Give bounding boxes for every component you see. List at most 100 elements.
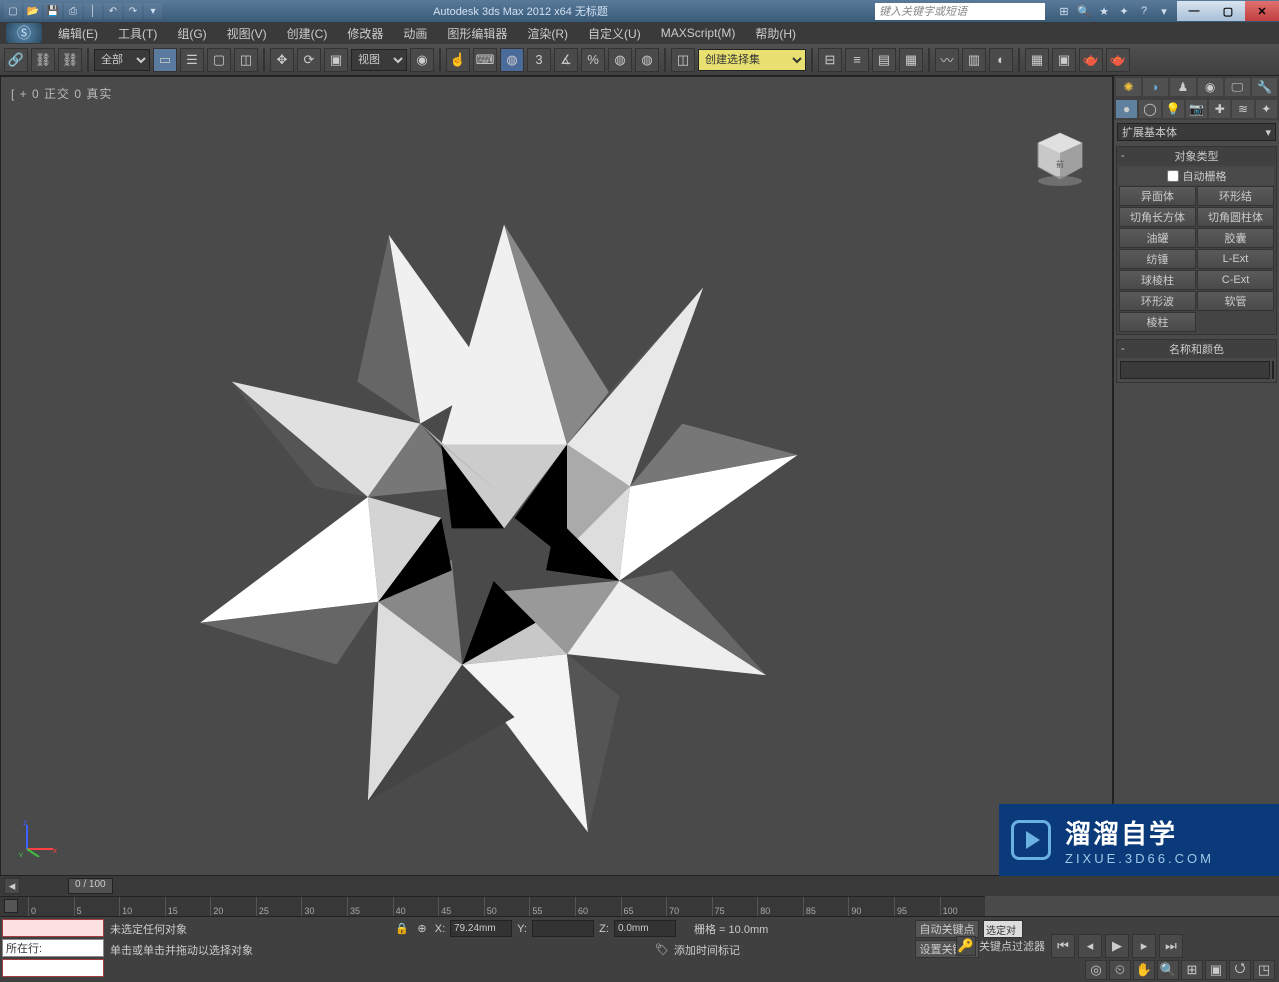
- obj-btn-capsule[interactable]: 胶囊: [1197, 228, 1274, 248]
- menu-maxscript[interactable]: MAXScript(M): [651, 22, 746, 44]
- minimize-button[interactable]: —: [1177, 1, 1211, 21]
- schematic-view-icon[interactable]: ▥: [962, 48, 986, 72]
- create-tab-icon[interactable]: ✺: [1116, 78, 1141, 96]
- move-icon[interactable]: ✥: [270, 48, 294, 72]
- time-slider[interactable]: ◂ 0 / 100: [0, 876, 1279, 896]
- qat-redo-icon[interactable]: ↷: [124, 3, 142, 19]
- ref-coord-select[interactable]: 视图: [351, 49, 407, 71]
- bind-spacewarp-icon[interactable]: ⛓: [58, 48, 82, 72]
- menu-rendering[interactable]: 渲染(R): [517, 22, 578, 44]
- named-selection-select[interactable]: 创建选择集: [698, 49, 806, 71]
- obj-btn-lext[interactable]: L-Ext: [1197, 249, 1274, 269]
- layer-manager-icon[interactable]: ▤: [872, 48, 896, 72]
- manipulate-icon[interactable]: ☝: [446, 48, 470, 72]
- rollout-header[interactable]: - 对象类型: [1117, 147, 1276, 165]
- next-frame-icon[interactable]: ▸: [1132, 934, 1156, 958]
- utilities-tab-icon[interactable]: 🔧: [1252, 78, 1277, 96]
- menu-graph-editors[interactable]: 图形编辑器: [437, 22, 517, 44]
- x-coord-field[interactable]: 79.24mm: [450, 920, 512, 937]
- obj-btn-cext[interactable]: C-Ext: [1197, 270, 1274, 290]
- goto-start-icon[interactable]: ⏮: [1051, 934, 1075, 958]
- systems-tab-icon[interactable]: ✦: [1256, 100, 1277, 118]
- obj-btn-torusknot[interactable]: 环形结: [1197, 186, 1274, 206]
- hierarchy-tab-icon[interactable]: ♟: [1170, 78, 1195, 96]
- obj-btn-chamferbox[interactable]: 切角长方体: [1119, 207, 1196, 227]
- zoom-all-icon[interactable]: ⊞: [1181, 960, 1203, 980]
- qat-new-icon[interactable]: ▢: [4, 3, 22, 19]
- select-object-icon[interactable]: ▭: [153, 48, 177, 72]
- qat-more-icon[interactable]: ▾: [144, 3, 162, 19]
- menu-group[interactable]: 组(G): [167, 22, 216, 44]
- obj-btn-hose[interactable]: 软管: [1197, 291, 1274, 311]
- selection-filter-select[interactable]: 全部: [94, 49, 150, 71]
- cameras-tab-icon[interactable]: 📷: [1186, 100, 1207, 118]
- menu-create[interactable]: 创建(C): [277, 22, 338, 44]
- menu-modifiers[interactable]: 修改器: [337, 22, 393, 44]
- material-editor-icon[interactable]: ◐: [989, 48, 1013, 72]
- lock-icon[interactable]: 🔒: [394, 921, 410, 937]
- angle-snap-icon[interactable]: 3: [527, 48, 551, 72]
- qat-save-icon[interactable]: 💾: [44, 3, 62, 19]
- exchange-icon[interactable]: ✦: [1115, 3, 1133, 19]
- menu-customize[interactable]: 自定义(U): [578, 22, 651, 44]
- rollout-header[interactable]: - 名称和颜色: [1117, 340, 1276, 358]
- z-coord-field[interactable]: 0.0mm: [614, 920, 676, 937]
- menu-animation[interactable]: 动画: [393, 22, 437, 44]
- category-dropdown[interactable]: 扩展基本体 ▾: [1117, 123, 1276, 141]
- time-tag-icon[interactable]: 🏷: [654, 942, 670, 958]
- add-time-tag[interactable]: 添加时间标记: [674, 942, 740, 958]
- help-icon[interactable]: ?: [1135, 3, 1153, 19]
- obj-btn-ringwave[interactable]: 环形波: [1119, 291, 1196, 311]
- track-bar[interactable]: 0 5 10 15 20 25 30 35 40 45 50 55 60 65 …: [0, 896, 985, 916]
- layers-icon[interactable]: ≡: [845, 48, 869, 72]
- edit-named-sel-icon[interactable]: ◍: [608, 48, 632, 72]
- curve-editor-icon[interactable]: 〰: [935, 48, 959, 72]
- qat-undo-icon[interactable]: ↶: [104, 3, 122, 19]
- obj-btn-oiltank[interactable]: 油罐: [1119, 228, 1196, 248]
- qat-open-icon[interactable]: 📂: [24, 3, 42, 19]
- spacewarps-tab-icon[interactable]: ≋: [1232, 100, 1253, 118]
- set-key-big-icon[interactable]: 🔑: [956, 936, 976, 956]
- mirror-icon[interactable]: ◫: [671, 48, 695, 72]
- select-by-name-icon[interactable]: ☰: [180, 48, 204, 72]
- maximize-viewport-icon[interactable]: ◳: [1253, 960, 1275, 980]
- shapes-tab-icon[interactable]: ◯: [1139, 100, 1160, 118]
- rendered-frame-icon[interactable]: ▣: [1052, 48, 1076, 72]
- named-sel-icon[interactable]: ◍: [635, 48, 659, 72]
- select-region-rect-icon[interactable]: ▢: [207, 48, 231, 72]
- keyboard-shortcut-icon[interactable]: ⌨: [473, 48, 497, 72]
- obj-btn-hedra[interactable]: 异面体: [1119, 186, 1196, 206]
- menu-edit[interactable]: 编辑(E): [48, 22, 108, 44]
- scale-icon[interactable]: ▣: [324, 48, 348, 72]
- subscription-icon[interactable]: ⊞: [1055, 3, 1073, 19]
- key-filter-label[interactable]: 关键点过滤器: [979, 938, 1045, 954]
- modify-tab-icon[interactable]: ◗: [1143, 78, 1168, 96]
- obj-btn-chamfercyl[interactable]: 切角圆柱体: [1197, 207, 1274, 227]
- time-slider-handle[interactable]: 0 / 100: [68, 878, 113, 894]
- isolate-icon[interactable]: ◎: [1085, 960, 1107, 980]
- render-production-icon[interactable]: 🫖: [1079, 48, 1103, 72]
- menu-tools[interactable]: 工具(T): [108, 22, 167, 44]
- viewport-label[interactable]: [ + 0 正交 0 真实: [11, 85, 112, 102]
- pan-icon[interactable]: ✋: [1133, 960, 1155, 980]
- color-swatch[interactable]: [1272, 361, 1274, 379]
- rotate-icon[interactable]: ⟳: [297, 48, 321, 72]
- align-icon[interactable]: ⊟: [818, 48, 842, 72]
- motion-tab-icon[interactable]: ◉: [1198, 78, 1223, 96]
- use-pivot-icon[interactable]: ◉: [410, 48, 434, 72]
- snap-toggle-icon[interactable]: ◍: [500, 48, 524, 72]
- viewcube-icon[interactable]: 前: [1030, 127, 1090, 187]
- display-tab-icon[interactable]: 🖵: [1225, 78, 1250, 96]
- favorites-icon[interactable]: ★: [1095, 3, 1113, 19]
- mini-curve-editor-icon[interactable]: [4, 899, 18, 913]
- close-button[interactable]: ✕: [1245, 1, 1279, 21]
- obj-btn-gengon[interactable]: 球棱柱: [1119, 270, 1196, 290]
- geometry-tab-icon[interactable]: ●: [1116, 100, 1137, 118]
- menu-views[interactable]: 视图(V): [217, 22, 277, 44]
- window-crossing-icon[interactable]: ◫: [234, 48, 258, 72]
- viewport[interactable]: [ + 0 正交 0 真实: [0, 76, 1113, 876]
- y-coord-field[interactable]: [532, 920, 594, 937]
- auto-grid-checkbox[interactable]: [1167, 170, 1179, 182]
- object-name-input[interactable]: [1120, 361, 1270, 379]
- application-button[interactable]: Ⓢ: [6, 23, 42, 43]
